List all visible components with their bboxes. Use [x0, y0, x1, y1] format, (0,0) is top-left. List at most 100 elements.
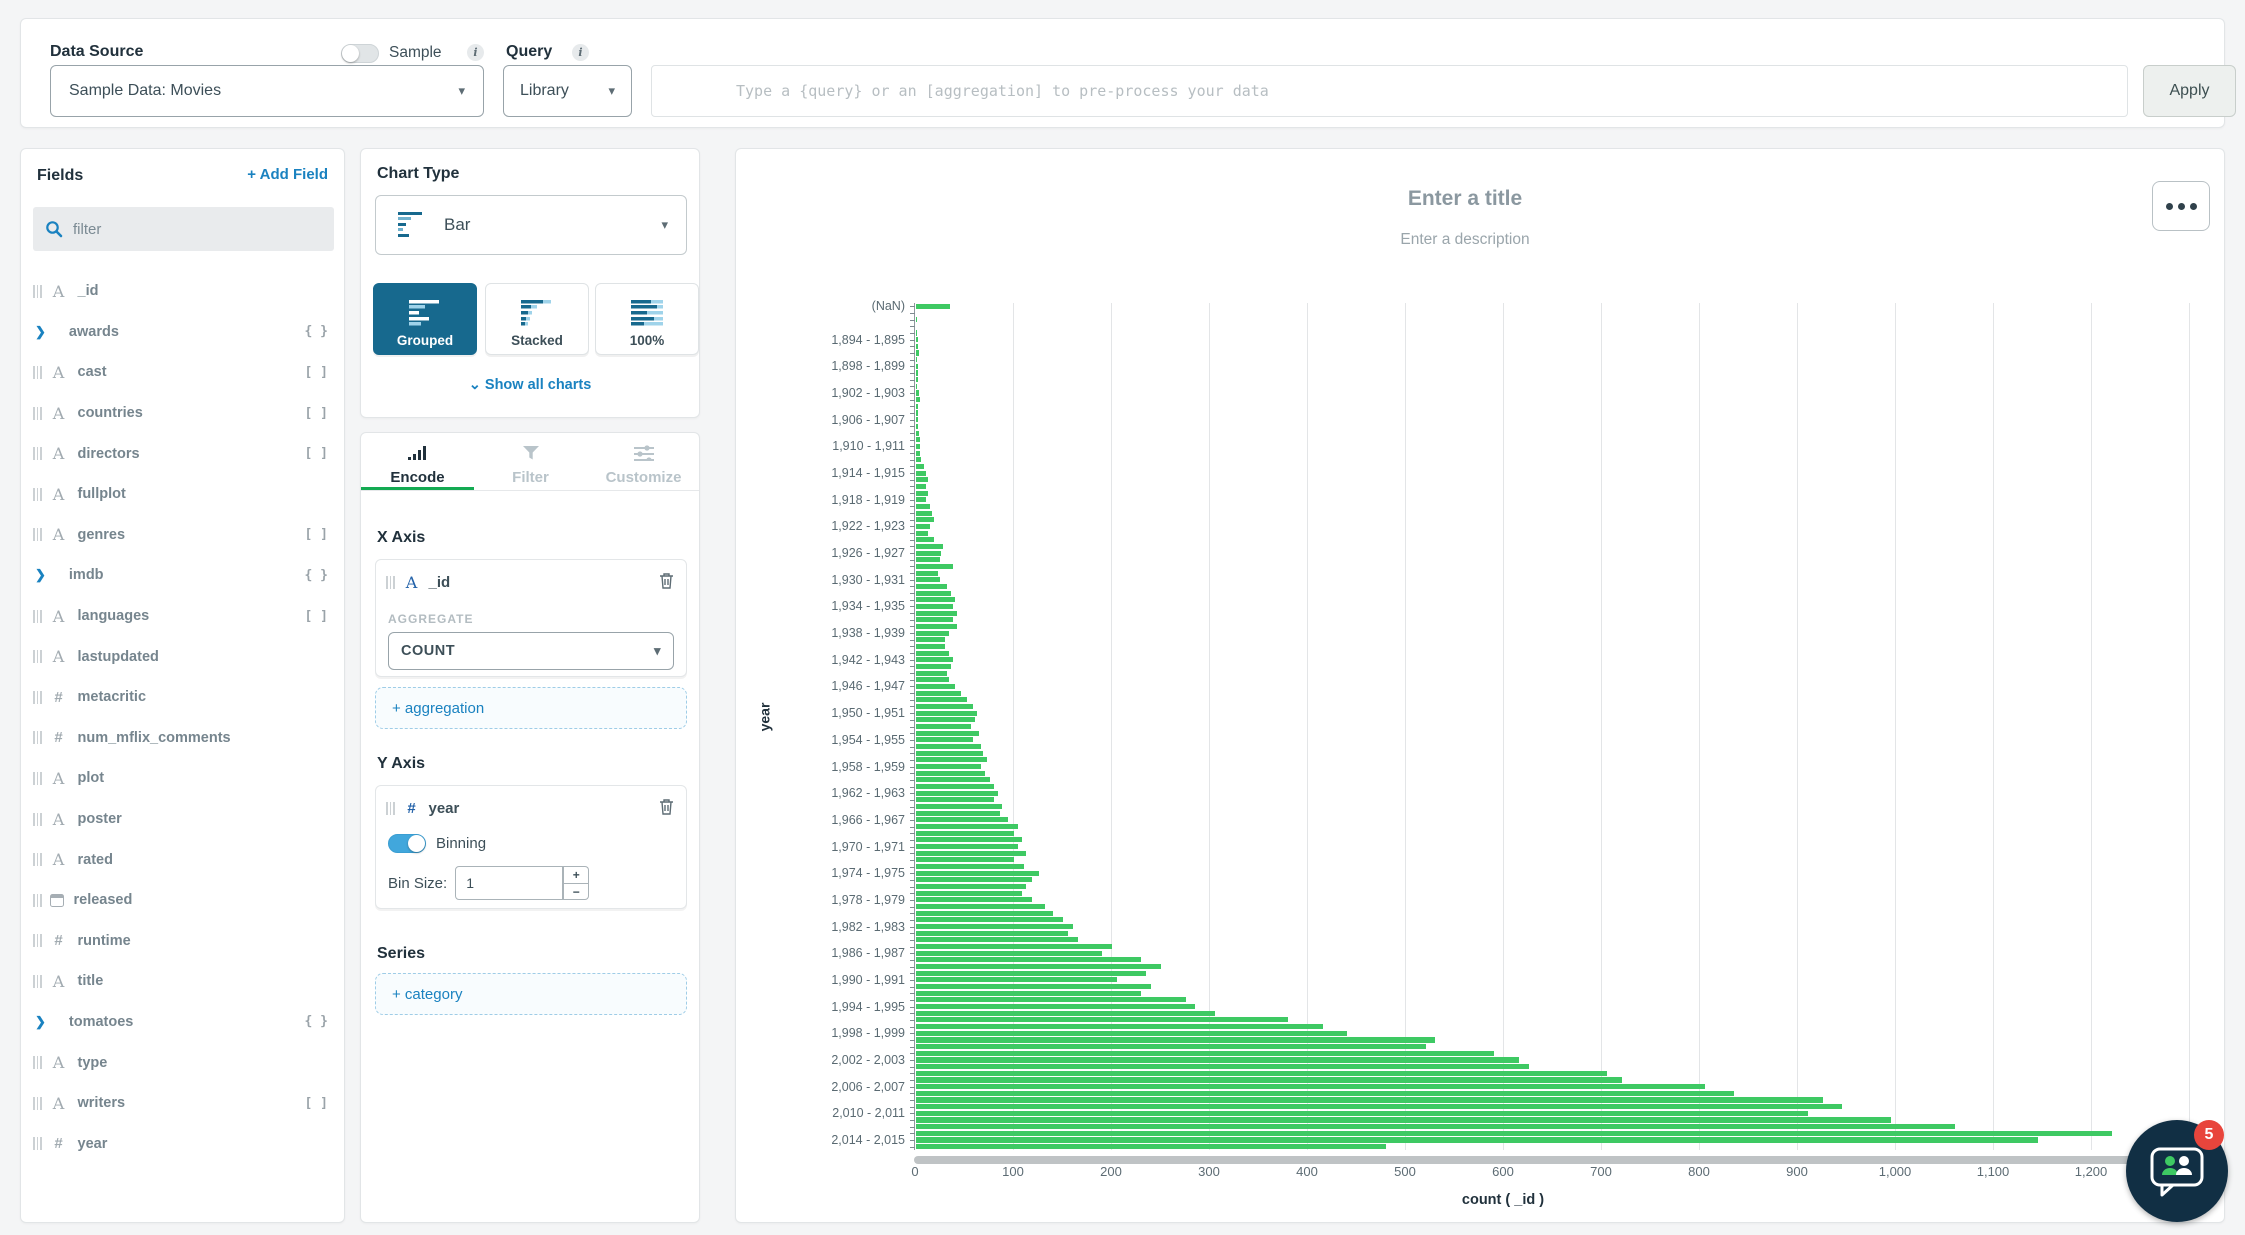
bar[interactable]: [916, 731, 979, 736]
bar[interactable]: [916, 404, 918, 409]
bar[interactable]: [916, 931, 1068, 936]
bar[interactable]: [916, 877, 1032, 882]
chevron-right-icon[interactable]: ❯: [35, 567, 46, 583]
bar[interactable]: [916, 1044, 1426, 1049]
bar[interactable]: [916, 1064, 1529, 1069]
bar[interactable]: [916, 477, 928, 482]
bar[interactable]: [916, 697, 967, 702]
sample-toggle[interactable]: [341, 44, 379, 63]
bar[interactable]: [916, 797, 994, 802]
bar[interactable]: [916, 604, 953, 609]
bar[interactable]: [916, 577, 940, 582]
bar[interactable]: [916, 417, 918, 422]
bar[interactable]: [916, 884, 1026, 889]
field-filter-input[interactable]: [73, 221, 303, 238]
field-item-type[interactable]: Atype: [21, 1042, 344, 1083]
bar[interactable]: [916, 964, 1161, 969]
library-select[interactable]: Library ▾: [503, 65, 632, 117]
bar[interactable]: [916, 904, 1045, 909]
support-chat-button[interactable]: 5: [2126, 1120, 2228, 1222]
bar[interactable]: [916, 971, 1146, 976]
binning-toggle[interactable]: [388, 834, 426, 853]
apply-button[interactable]: Apply: [2143, 65, 2236, 117]
bar[interactable]: [916, 564, 953, 569]
bar[interactable]: [916, 384, 917, 389]
field-item-directors[interactable]: Adirectors[ ]: [21, 433, 344, 474]
bar[interactable]: [916, 917, 1063, 922]
bar[interactable]: [916, 424, 918, 429]
field-item-metacritic[interactable]: #metacritic: [21, 677, 344, 718]
field-item-genres[interactable]: Agenres[ ]: [21, 515, 344, 556]
field-item-lastupdated[interactable]: Alastupdated: [21, 636, 344, 677]
bar[interactable]: [916, 871, 1039, 876]
chevron-right-icon[interactable]: ❯: [35, 324, 46, 340]
bar[interactable]: [916, 364, 918, 369]
sample-info-icon[interactable]: i: [467, 44, 484, 61]
bar[interactable]: [916, 410, 918, 415]
bar[interactable]: [916, 944, 1112, 949]
bar[interactable]: [916, 817, 1008, 822]
variant-grouped-button[interactable]: Grouped: [373, 283, 477, 355]
field-item-rated[interactable]: Arated: [21, 839, 344, 880]
bar[interactable]: [916, 431, 919, 436]
field-item-tomatoes[interactable]: ❯tomatoes{ }: [21, 1002, 344, 1043]
bar[interactable]: [916, 777, 990, 782]
bar[interactable]: [916, 344, 918, 349]
bar[interactable]: [916, 390, 919, 395]
bar[interactable]: [916, 597, 955, 602]
field-item-imdb[interactable]: ❯imdb{ }: [21, 555, 344, 596]
bar[interactable]: [916, 1011, 1215, 1016]
bar[interactable]: [916, 1077, 1622, 1082]
bar[interactable]: [916, 804, 1002, 809]
bar[interactable]: [916, 1137, 2038, 1142]
bar[interactable]: [916, 611, 957, 616]
bar[interactable]: [916, 1004, 1195, 1009]
bar[interactable]: [916, 644, 945, 649]
bar[interactable]: [916, 337, 918, 342]
bar[interactable]: [916, 704, 973, 709]
bin-size-increment-button[interactable]: +: [563, 866, 589, 883]
field-filter-box[interactable]: [33, 207, 334, 251]
field-item-year[interactable]: #year: [21, 1123, 344, 1164]
chart-description-placeholder[interactable]: Enter a description: [736, 231, 2194, 249]
bar[interactable]: [916, 377, 918, 382]
drag-handle-icon[interactable]: [386, 802, 395, 815]
bar[interactable]: [916, 897, 1032, 902]
bar[interactable]: [916, 857, 1014, 862]
bin-size-input[interactable]: [455, 866, 563, 900]
add-aggregation-button[interactable]: + aggregation: [375, 687, 687, 729]
bar[interactable]: [916, 997, 1186, 1002]
bar[interactable]: [916, 397, 920, 402]
bar[interactable]: [916, 724, 971, 729]
bar[interactable]: [916, 811, 1000, 816]
bar[interactable]: [916, 551, 941, 556]
bar[interactable]: [916, 657, 953, 662]
bar[interactable]: [916, 557, 940, 562]
bar[interactable]: [916, 791, 998, 796]
aggregate-select[interactable]: COUNT ▾: [388, 632, 674, 670]
bar[interactable]: [916, 484, 926, 489]
bar[interactable]: [916, 370, 918, 375]
show-all-charts-button[interactable]: ⌄ Show all charts: [361, 377, 699, 393]
bar[interactable]: [916, 1017, 1288, 1022]
bar[interactable]: [916, 651, 949, 656]
bar[interactable]: [916, 330, 917, 335]
chart-title-placeholder[interactable]: Enter a title: [736, 187, 2194, 211]
bar[interactable]: [916, 1104, 1842, 1109]
horizontal-scrollbar[interactable]: [914, 1156, 2196, 1164]
bar[interactable]: [916, 891, 1022, 896]
delete-y-field-button[interactable]: [659, 798, 674, 818]
bar[interactable]: [916, 1097, 1823, 1102]
field-item-released[interactable]: released: [21, 880, 344, 921]
bar[interactable]: [916, 317, 917, 322]
variant-stacked-button[interactable]: Stacked: [485, 283, 589, 355]
bar[interactable]: [916, 844, 1018, 849]
field-item-num_mflix_comments[interactable]: #num_mflix_comments: [21, 718, 344, 759]
bar[interactable]: [916, 684, 955, 689]
bar[interactable]: [916, 464, 924, 469]
bar[interactable]: [916, 444, 920, 449]
bar[interactable]: [916, 544, 943, 549]
bar[interactable]: [916, 624, 957, 629]
delete-x-field-button[interactable]: [659, 572, 674, 592]
field-item-awards[interactable]: ❯awards{ }: [21, 312, 344, 353]
